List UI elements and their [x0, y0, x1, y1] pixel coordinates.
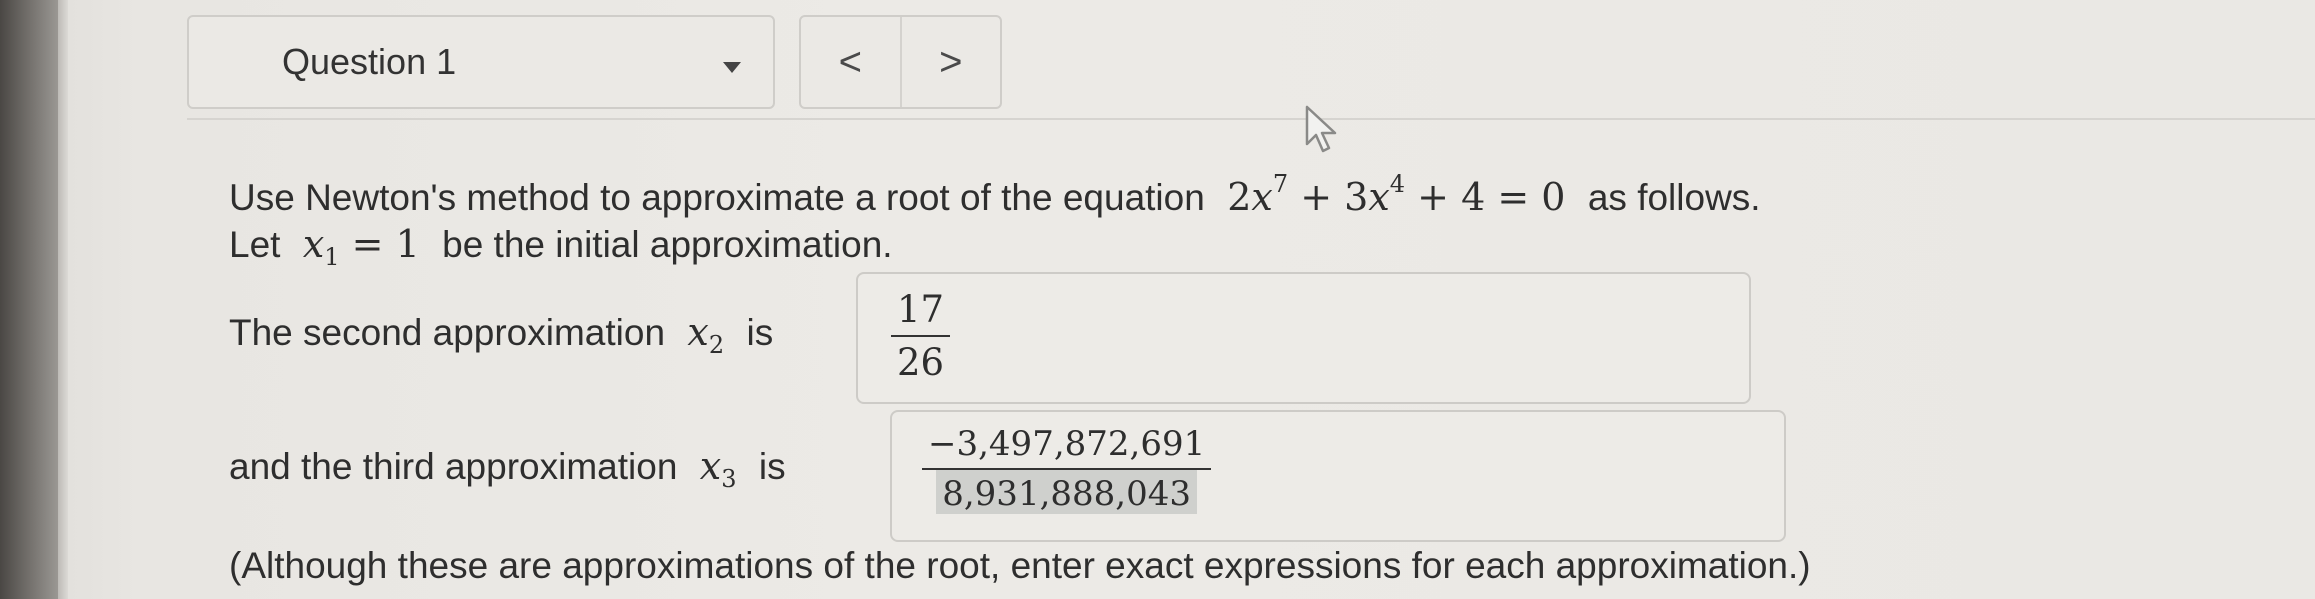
init-equals: = — [351, 222, 384, 266]
mouse-pointer-icon — [1305, 105, 1337, 153]
x2-numerator: 17 — [891, 288, 951, 337]
x2-sub: 2 — [708, 331, 725, 359]
eq-exp-1: 7 — [1272, 170, 1289, 198]
init-value: 1 — [395, 222, 420, 266]
third-approximation-label: and the third approximation x3 is — [229, 444, 786, 491]
equation: 2x7 + 3x4 + 4 = 0 — [1215, 172, 1577, 219]
x3-denominator: 8,931,888,043 — [936, 470, 1197, 514]
eq-coef-1: 2 — [1227, 175, 1252, 219]
x2-fraction: 17 26 — [891, 288, 951, 384]
left-edge-shadow — [58, 0, 68, 599]
chevron-right-icon: > — [939, 39, 963, 84]
problem-line-2: Let x1 = 1 be the initial approximation. — [229, 222, 893, 269]
header-divider — [187, 118, 2315, 120]
third-is: is — [758, 446, 786, 487]
x3-var: x — [699, 444, 722, 488]
caret-down-icon — [723, 62, 741, 73]
eq-exp-2: 4 — [1389, 170, 1406, 198]
eq-plus-2: + — [1417, 175, 1449, 219]
eq-var-2: x — [1368, 175, 1390, 219]
problem-line1-end: as follows. — [1587, 177, 1761, 218]
eq-rhs: 0 — [1541, 175, 1566, 219]
x3-answer-field[interactable]: −3,497,872,691 8,931,888,043 — [890, 410, 1786, 542]
question-select-label: Question 1 — [282, 41, 457, 82]
page: Question 1 < > Use Newton's method to ap… — [0, 0, 2315, 599]
init-sub: 1 — [324, 243, 340, 271]
left-bezel — [0, 0, 58, 599]
init-var: x — [302, 222, 325, 266]
let-word: Let — [229, 224, 281, 265]
second-is: is — [746, 312, 774, 353]
third-prefix: and the third approximation — [229, 446, 678, 487]
problem-line-1: Use Newton's method to approximate a roo… — [229, 172, 1761, 219]
previous-question-button[interactable]: < — [801, 17, 900, 107]
eq-plus-1: + — [1300, 175, 1333, 219]
next-question-button[interactable]: > — [899, 17, 1001, 107]
eq-equals: = — [1497, 175, 1530, 219]
x2-answer-field[interactable]: 17 26 — [856, 272, 1751, 404]
second-approximation-label: The second approximation x2 is — [229, 310, 774, 357]
second-prefix: The second approximation — [229, 312, 666, 353]
problem-intro: Use Newton's method to approximate a roo… — [229, 177, 1205, 218]
chevron-left-icon: < — [838, 39, 862, 84]
eq-coef-2: 3 — [1344, 175, 1369, 219]
eq-const: 4 — [1461, 175, 1486, 219]
x2-denominator: 26 — [897, 341, 945, 384]
eq-var-1: x — [1251, 175, 1273, 219]
question-select[interactable]: Question 1 — [187, 15, 775, 109]
problem-line2-end: be the initial approximation. — [442, 224, 893, 265]
exact-expression-note: (Although these are approximations of th… — [229, 545, 1811, 586]
x3-fraction: −3,497,872,691 8,931,888,043 — [922, 424, 1212, 514]
initial-approximation: x1 = 1 — [291, 222, 432, 269]
x3-sub: 3 — [721, 465, 737, 493]
x3-numerator: −3,497,872,691 — [922, 424, 1212, 470]
question-nav: < > — [799, 15, 1002, 109]
x2-var: x — [687, 310, 709, 354]
